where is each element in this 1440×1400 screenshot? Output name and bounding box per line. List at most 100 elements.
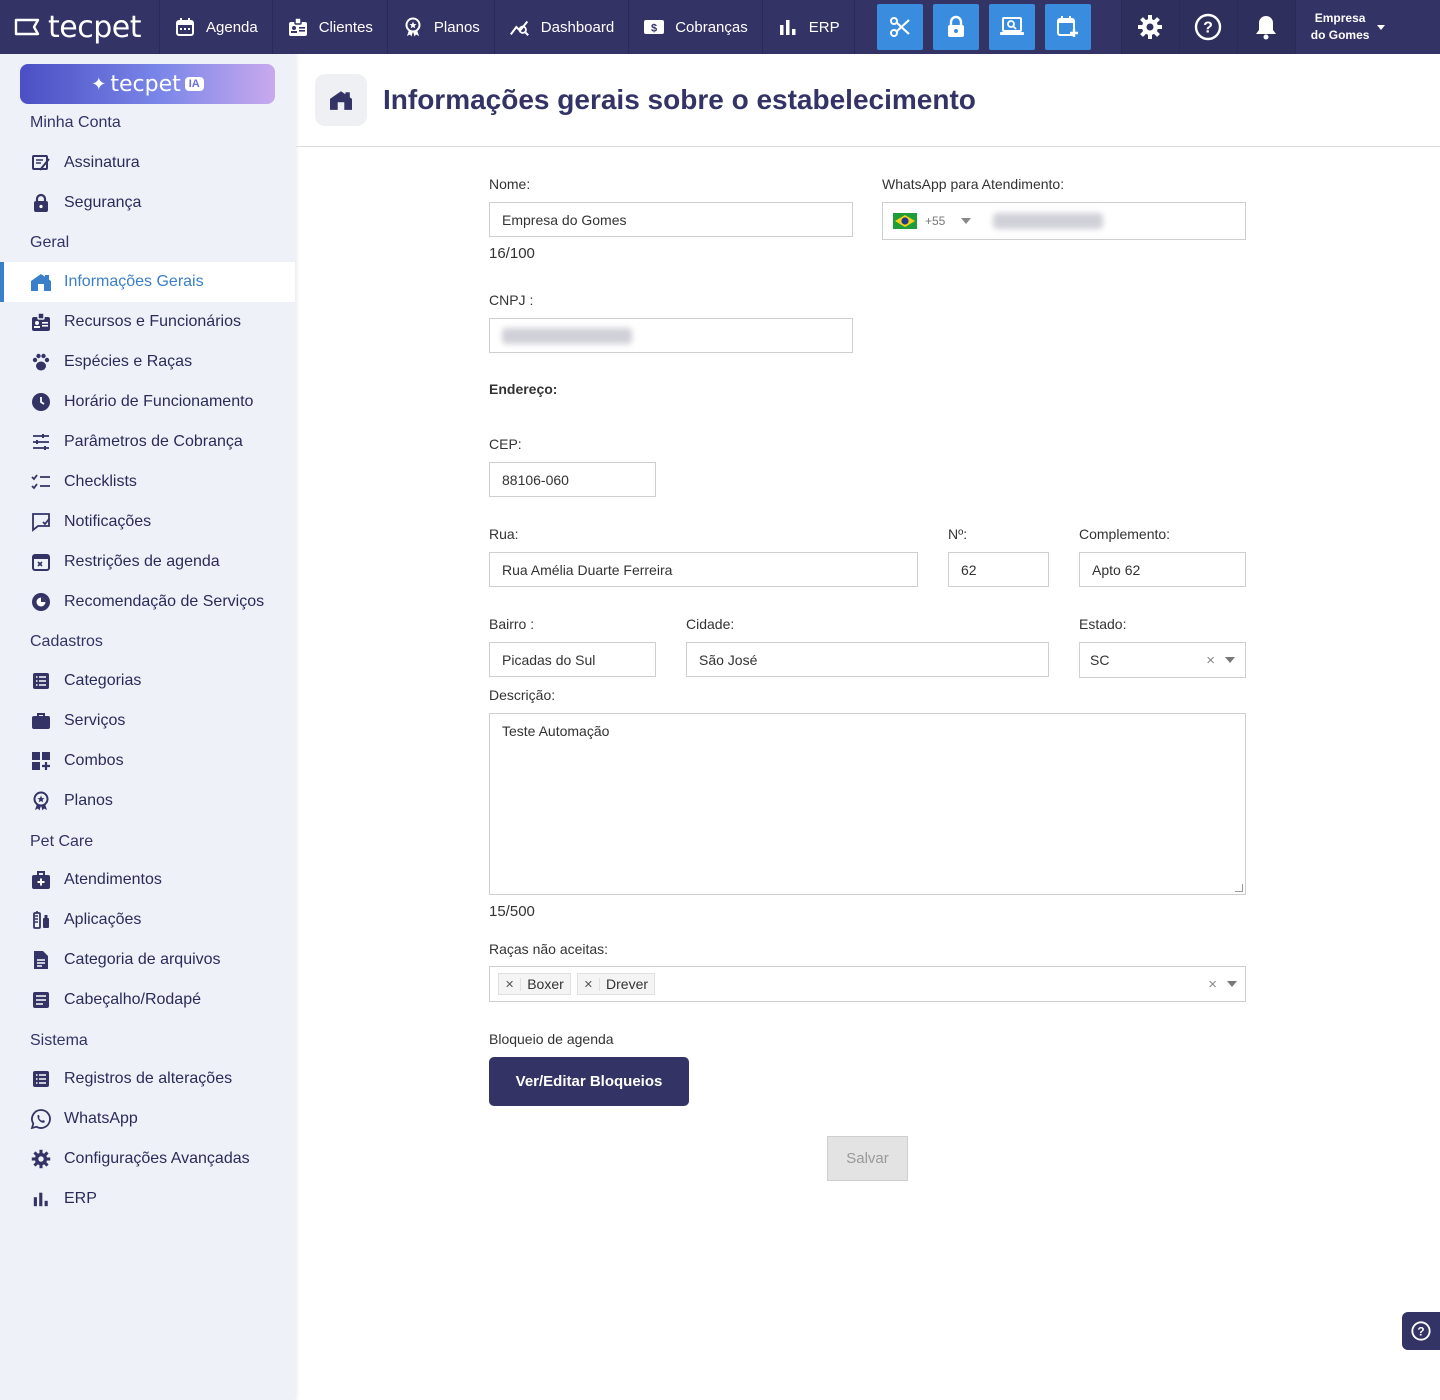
- clear-icon[interactable]: ×: [1208, 976, 1217, 993]
- circle-half-icon: [30, 591, 52, 613]
- syringe-icon: [30, 909, 52, 931]
- sidebar-item-label: Restrições de agenda: [64, 553, 220, 570]
- help-button[interactable]: ?: [1178, 0, 1237, 54]
- nav-clientes[interactable]: Clientes: [273, 0, 388, 54]
- sidebar-item-atendimentos[interactable]: Atendimentos: [0, 860, 295, 900]
- nav-erp[interactable]: ERP: [763, 0, 855, 54]
- settings-button[interactable]: [1120, 0, 1179, 54]
- sidebar-item-label: Checklists: [64, 473, 137, 490]
- breeds-multiselect[interactable]: ✕ Boxer ✕ Drever ×: [489, 966, 1246, 1002]
- award-icon: [30, 790, 52, 812]
- name-input[interactable]: Empresa do Gomes: [489, 202, 853, 237]
- cnpj-input[interactable]: [489, 318, 853, 353]
- scissors-icon: [889, 17, 910, 37]
- sidebar-item-label: Configurações Avançadas: [64, 1150, 250, 1167]
- state-value: SC: [1090, 652, 1110, 668]
- save-button[interactable]: Salvar: [827, 1136, 908, 1181]
- nav-cobrancas-label: Cobranças: [675, 18, 748, 36]
- section-geral: Geral: [30, 234, 70, 251]
- block-label: Bloqueio de agenda: [489, 1031, 614, 1047]
- logo-text: tecpet: [48, 9, 141, 45]
- sidebar-item-cabecalho-rodape[interactable]: Cabeçalho/Rodapé: [0, 980, 295, 1020]
- sidebar-item-configuracoes-avancadas[interactable]: Configurações Avançadas: [0, 1139, 295, 1179]
- company-menu[interactable]: Empresa do Gomes: [1294, 0, 1401, 54]
- tecpet-logo[interactable]: tecpet: [0, 0, 160, 54]
- tecpet-ia-button[interactable]: ✦ tecpet IA: [20, 64, 275, 104]
- floating-help-button[interactable]: ?: [1402, 1312, 1440, 1350]
- nav-erp-label: ERP: [808, 18, 840, 36]
- sidebar-item-label: Notificações: [64, 513, 152, 530]
- svg-text:?: ?: [1417, 1325, 1424, 1338]
- cep-input[interactable]: 88106-060: [489, 462, 656, 497]
- state-select[interactable]: SC ×: [1079, 642, 1246, 678]
- sidebar-item-combos[interactable]: Combos: [0, 741, 295, 781]
- store-icon: [315, 74, 367, 126]
- sparkle-icon: ✦: [91, 73, 107, 95]
- sidebar-item-assinatura[interactable]: Assinatura: [0, 143, 295, 183]
- company-line2: do Gomes: [1310, 28, 1370, 42]
- description-text: Teste Automação: [502, 723, 610, 739]
- quick-calendar-plus-button[interactable]: [1044, 4, 1091, 50]
- sidebar-item-registros-alteracoes[interactable]: Registros de alterações: [0, 1059, 295, 1099]
- sidebar-item-erp[interactable]: ERP: [0, 1179, 295, 1219]
- ia-label: tecpet: [110, 71, 181, 97]
- sidebar-item-horario-funcionamento[interactable]: Horário de Funcionamento: [0, 382, 295, 422]
- sidebar-item-restricoes-agenda[interactable]: Restrições de agenda: [0, 542, 295, 582]
- quick-scissors-button[interactable]: [876, 4, 923, 50]
- clear-icon[interactable]: ×: [1206, 652, 1215, 669]
- sidebar-item-planos[interactable]: Planos: [0, 781, 295, 821]
- sidebar-item-recomendacao-servicos[interactable]: Recomendação de Serviços: [0, 582, 295, 622]
- country-selector[interactable]: +55: [893, 213, 972, 229]
- calendar-plus-icon: [1056, 16, 1078, 37]
- nav-planos-label: Planos: [433, 18, 480, 36]
- sidebar-item-recursos-funcionarios[interactable]: Recursos e Funcionários: [0, 302, 295, 342]
- document-sign-icon: [30, 152, 52, 174]
- nav-dashboard[interactable]: Dashboard: [495, 0, 630, 54]
- quick-laptop-search-button[interactable]: [988, 4, 1035, 50]
- number-input[interactable]: 62: [948, 552, 1049, 587]
- edit-blocks-button[interactable]: Ver/Editar Bloqueios: [489, 1057, 689, 1106]
- remove-tag-icon[interactable]: ✕: [578, 977, 601, 991]
- nav-planos[interactable]: Planos: [388, 0, 495, 54]
- street-label: Rua:: [489, 526, 519, 542]
- sidebar-item-categoria-arquivos[interactable]: Categoria de arquivos: [0, 940, 295, 980]
- sidebar-item-informacoes-gerais[interactable]: Informações Gerais: [0, 262, 295, 302]
- lock-icon: [30, 192, 52, 214]
- remove-tag-icon[interactable]: ✕: [499, 977, 522, 991]
- clock-icon: [30, 391, 52, 413]
- district-input[interactable]: Picadas do Sul: [489, 642, 656, 677]
- list-icon: [30, 1068, 52, 1090]
- resize-handle-icon[interactable]: [1235, 884, 1243, 892]
- description-textarea[interactable]: Teste Automação: [489, 713, 1246, 895]
- nav-cobrancas[interactable]: $ Cobranças: [629, 0, 763, 54]
- sidebar-item-whatsapp[interactable]: WhatsApp: [0, 1099, 295, 1139]
- sidebar-item-especies-racas[interactable]: Espécies e Raças: [0, 342, 295, 382]
- sidebar-item-seguranca[interactable]: Segurança: [0, 183, 295, 223]
- breed-tag: ✕ Drever: [576, 973, 656, 995]
- file-icon: [30, 949, 52, 971]
- sidebar-item-label: Cabeçalho/Rodapé: [64, 991, 201, 1008]
- complement-input[interactable]: Apto 62: [1079, 552, 1246, 587]
- sidebar-item-label: Recursos e Funcionários: [64, 313, 241, 330]
- sidebar-item-label: Assinatura: [64, 154, 140, 171]
- briefcase-icon: [30, 710, 52, 732]
- sidebar-item-notificacoes[interactable]: Notificações: [0, 502, 295, 542]
- sidebar-item-aplicacoes[interactable]: Aplicações: [0, 900, 295, 940]
- city-input[interactable]: São José: [686, 642, 1049, 677]
- sidebar-item-parametros-cobranca[interactable]: Parâmetros de Cobrança: [0, 422, 295, 462]
- whatsapp-phone-input[interactable]: +55: [882, 202, 1246, 240]
- street-input[interactable]: Rua Amélia Duarte Ferreira: [489, 552, 918, 587]
- chart-line-icon: [509, 16, 531, 38]
- nav-agenda[interactable]: Agenda: [160, 0, 273, 54]
- lock-icon: [947, 15, 964, 37]
- chevron-down-icon: [961, 218, 972, 224]
- sidebar-item-label: ERP: [64, 1190, 97, 1207]
- sidebar-item-servicos[interactable]: Serviços: [0, 701, 295, 741]
- description-char-counter: 15/500: [489, 903, 535, 920]
- sidebar-item-checklists[interactable]: Checklists: [0, 462, 295, 502]
- city-label: Cidade:: [686, 616, 735, 632]
- section-pet-care: Pet Care: [30, 833, 94, 850]
- sidebar-item-categorias[interactable]: Categorias: [0, 661, 295, 701]
- notifications-button[interactable]: [1236, 0, 1295, 54]
- quick-lock-button[interactable]: [932, 4, 979, 50]
